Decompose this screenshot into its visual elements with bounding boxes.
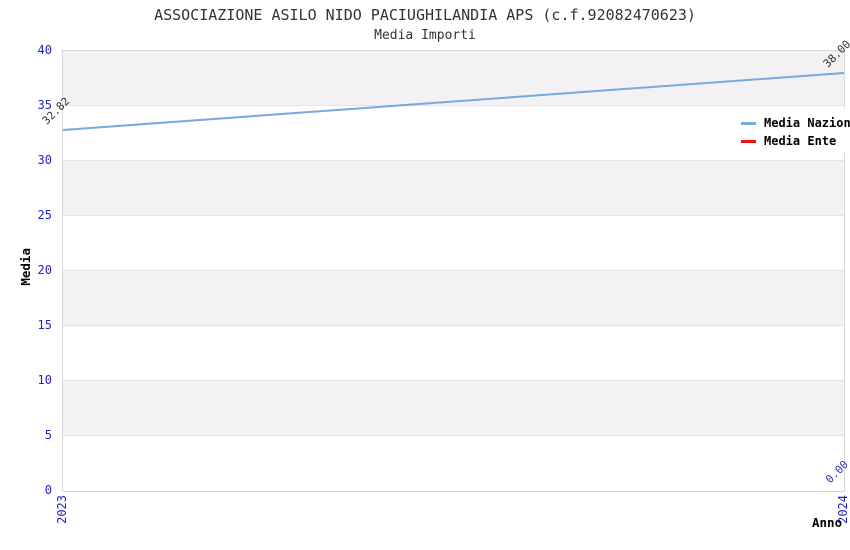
legend-line-swatch-icon — [741, 121, 756, 125]
y-tick-label: 25 — [37, 208, 52, 222]
y-tick-label: 30 — [37, 153, 52, 167]
legend-line-swatch-icon — [741, 139, 756, 143]
y-tick-label: 0 — [44, 483, 52, 497]
legend: Media Nazionale Media Ente — [733, 109, 850, 153]
legend-item: Media Nazionale — [733, 114, 850, 132]
chart-subtitle: Media Importi — [374, 28, 476, 43]
legend-item-label: Media Nazionale — [764, 116, 850, 130]
y-tick-label: 5 — [44, 428, 52, 442]
x-axis-title: Anno — [812, 515, 843, 530]
y-tick-label: 40 — [37, 43, 52, 57]
legend-item-label: Media Ente — [764, 134, 837, 148]
series-lines — [63, 72, 844, 131]
chart-title: ASSOCIAZIONE ASILO NIDO PACIUGHILANDIA A… — [154, 6, 696, 24]
chart-root: ASSOCIAZIONE ASILO NIDO PACIUGHILANDIA A… — [0, 0, 850, 550]
y-tick-label: 10 — [37, 373, 52, 387]
plot-area: Media Nazionale Media Ente — [62, 50, 850, 492]
series-line-media-nazionale — [63, 72, 844, 131]
y-tick-label: 15 — [37, 318, 52, 332]
legend-item: Media Ente — [733, 132, 850, 150]
